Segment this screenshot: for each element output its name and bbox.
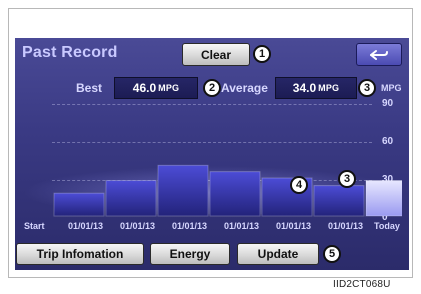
bar	[209, 171, 261, 217]
bar	[365, 180, 402, 217]
callout-badge: 1	[253, 45, 271, 63]
best-value-box: 46.0 MPG	[114, 77, 198, 99]
trip-information-button[interactable]: Trip Infomation	[16, 243, 144, 265]
bar	[157, 164, 209, 217]
x-label-today: Today	[374, 221, 400, 231]
x-label-date: 01/01/13	[120, 221, 156, 231]
chart-area: 90 60 30 0 4 3 Start 01/01/13 01/01/13 0…	[22, 98, 402, 231]
best-unit: MPG	[158, 83, 180, 93]
best-value: 46.0	[132, 81, 157, 95]
x-label-date: 01/01/13	[68, 221, 104, 231]
energy-button[interactable]: Energy	[150, 243, 230, 265]
bar-series	[53, 164, 402, 217]
x-label-date: 01/01/13	[276, 221, 312, 231]
average-unit: MPG	[318, 83, 340, 93]
bar	[105, 180, 157, 217]
x-label-date: 01/01/13	[328, 221, 364, 231]
callout-badge: 4	[290, 176, 308, 194]
x-label-start: Start	[24, 221, 45, 231]
average-label: Average	[221, 81, 268, 95]
page-title: Past Record	[22, 44, 118, 61]
callout-badge: 3	[358, 79, 376, 97]
callout-badge: 2	[203, 79, 221, 97]
mpg-axis-unit: MPG	[381, 83, 402, 93]
bar	[53, 192, 105, 217]
figure-id: IID2CT068U	[333, 279, 391, 290]
stats-row: Best 46.0 MPG 2 Average 34.0 MPG 3 MPG	[25, 77, 405, 103]
x-label-date: 01/01/13	[172, 221, 208, 231]
average-value: 34.0	[292, 81, 317, 95]
return-arrow-svg	[370, 49, 388, 60]
clear-button[interactable]: Clear	[182, 43, 250, 66]
callout-badge: 5	[323, 245, 341, 263]
x-label-date: 01/01/13	[224, 221, 260, 231]
update-button[interactable]: Update	[237, 243, 319, 265]
average-value-box: 34.0 MPG	[275, 77, 357, 99]
return-arrow-icon	[370, 49, 388, 61]
callout-badge: 3	[338, 170, 356, 188]
best-label: Best	[76, 81, 103, 95]
back-button[interactable]	[356, 43, 402, 66]
bar	[313, 185, 365, 217]
